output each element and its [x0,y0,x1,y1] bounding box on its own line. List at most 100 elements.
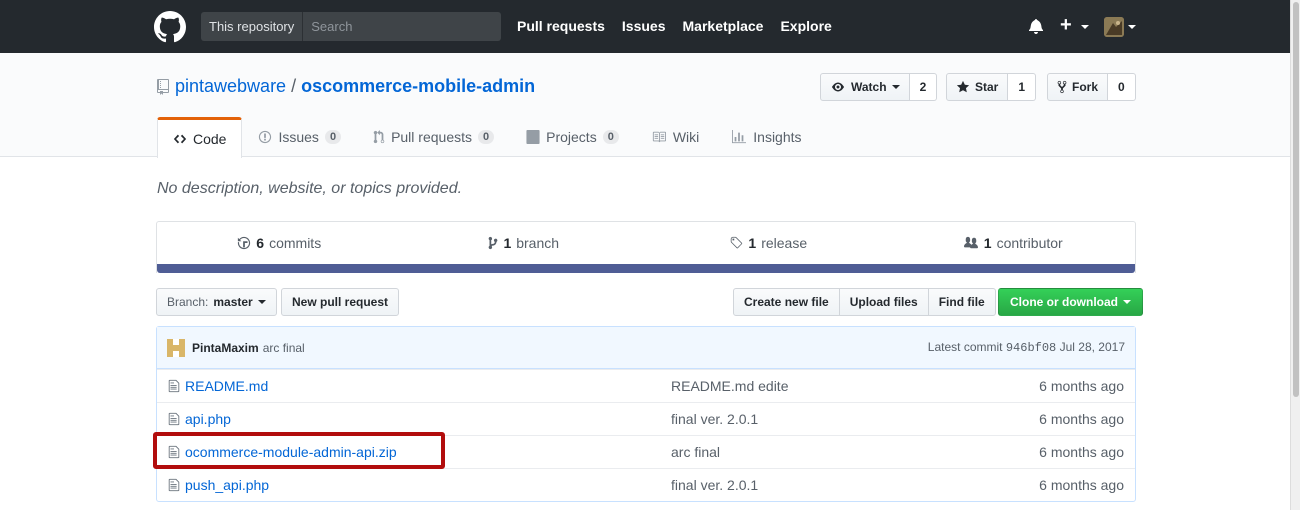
watch-caret-icon [891,85,900,89]
file-row[interactable]: api.php final ver. 2.0.1 6 months ago [157,402,1135,435]
people-icon [963,236,978,249]
file-icon [168,478,180,492]
file-age: 6 months ago [1039,444,1124,460]
watch-button-group: Watch 2 [820,73,938,101]
nav-explore[interactable]: Explore [780,17,831,35]
tab-projects-counter: 0 [602,130,619,144]
commit-author-avatar[interactable] [167,338,185,357]
tab-insights[interactable]: Insights [715,117,817,157]
file-commit-message[interactable]: final ver. 2.0.1 [671,411,991,427]
file-row[interactable]: README.md README.md edite 6 months ago [157,369,1135,402]
repo-owner-link[interactable]: pintawebware [175,76,286,97]
branch-name: master [213,295,253,309]
latest-commit-info: Latest commit 946bf08 Jul 28, 2017 [928,340,1125,355]
file-name-link[interactable]: ocommerce-module-admin-api.zip [185,444,671,460]
graph-icon [732,130,747,144]
commits-count: 6 [256,235,265,251]
plus-caret-icon [1081,25,1089,29]
file-name-link[interactable]: README.md [185,378,671,394]
numbers-summary: 6 commits 1 branch 1 release 1 contribut… [156,221,1136,273]
search-box[interactable]: This repository Search [201,12,501,41]
code-icon [173,134,187,144]
file-row[interactable]: ocommerce-module-admin-api.zip arc final… [157,435,1135,468]
file-name-link[interactable]: api.php [185,411,671,427]
summary-commits[interactable]: 6 commits [157,222,402,264]
commit-author[interactable]: PintaMaxim [192,341,259,355]
fork-icon [1057,80,1067,94]
upload-files-button[interactable]: Upload files [838,288,929,316]
pull-request-icon [373,130,385,144]
file-table: PintaMaxim arc final Latest commit 946bf… [156,326,1136,502]
tag-icon [731,236,743,249]
nav-marketplace[interactable]: Marketplace [683,17,764,35]
scrollbar-thumb[interactable] [1293,2,1299,397]
github-logo-icon[interactable] [154,11,186,43]
star-button-group: Star 1 [946,73,1037,101]
search-scope-label: This repository [201,12,304,41]
branch-icon [489,236,498,250]
star-label: Star [975,80,999,94]
file-row[interactable]: push_api.php final ver. 2.0.1 6 months a… [157,468,1135,501]
tab-insights-label: Insights [753,129,802,145]
book-icon [652,131,666,143]
branch-caret-icon [257,300,266,304]
file-name-link[interactable]: push_api.php [185,477,671,493]
commit-sha[interactable]: 946bf08 [1006,341,1056,355]
summary-contributors[interactable]: 1 contributor [891,222,1136,264]
branch-select-button[interactable]: Branch: master [156,288,277,316]
find-file-button[interactable]: Find file [927,288,996,316]
file-age: 6 months ago [1039,411,1124,427]
tab-wiki[interactable]: Wiki [635,117,715,157]
watch-button[interactable]: Watch [820,73,910,101]
repo-name-link[interactable]: oscommerce-mobile-admin [301,76,535,97]
nav-issues[interactable]: Issues [622,17,666,35]
file-icon [168,412,180,426]
latest-commit-label: Latest commit [927,340,1003,354]
tab-code[interactable]: Code [157,117,243,158]
file-age: 6 months ago [1039,477,1124,493]
branch-prefix: Branch: [167,295,209,309]
contributor-count: 1 [983,235,992,251]
global-header: This repository Search Pull requests Iss… [0,0,1290,53]
eye-icon [832,82,844,92]
tab-issues-counter: 0 [324,130,342,144]
file-commit-message[interactable]: arc final [671,444,991,460]
search-input[interactable]: Search [303,12,501,41]
nav-pull-requests[interactable]: Pull requests [517,17,605,35]
contributor-label: contributor [996,235,1063,251]
fork-button[interactable]: Fork [1047,73,1109,101]
tab-projects[interactable]: Projects 0 [510,117,635,157]
file-commit-message[interactable]: README.md edite [671,378,991,394]
repo-icon [157,78,169,95]
tab-projects-label: Projects [546,129,597,145]
clone-or-download-button[interactable]: Clone or download [998,288,1143,316]
create-new-file-button[interactable]: Create new file [733,288,840,316]
repo-path-separator: / [291,76,297,96]
language-bar[interactable] [157,264,1135,273]
window-scrollbar[interactable] [1290,0,1300,510]
issue-icon [259,130,272,144]
tab-pull-requests[interactable]: Pull requests 0 [357,117,510,157]
clone-label: Clone or download [1010,295,1118,309]
fork-count[interactable]: 0 [1108,73,1136,101]
star-button[interactable]: Star [946,73,1009,101]
file-actions-group: Create new file Upload files Find file [733,288,996,316]
file-commit-message[interactable]: final ver. 2.0.1 [671,477,991,493]
repo-tabs: Code Issues 0 Pull requests 0 Projects 0… [157,117,818,158]
plus-icon[interactable]: + [1060,14,1072,37]
star-count[interactable]: 1 [1008,73,1037,101]
header-nav: Pull requests Issues Marketplace Explore [517,17,849,35]
branch-count: 1 [503,235,512,251]
summary-releases[interactable]: 1 release [646,222,891,264]
watch-count[interactable]: 2 [909,73,938,101]
file-age: 6 months ago [1039,378,1124,394]
tab-issues[interactable]: Issues 0 [242,117,357,157]
tab-code-label: Code [193,131,227,147]
file-icon [168,379,180,393]
new-pull-request-button[interactable]: New pull request [281,288,400,316]
tab-issues-label: Issues [278,129,319,145]
user-avatar[interactable] [1104,17,1124,37]
summary-branches[interactable]: 1 branch [402,222,647,264]
bell-icon[interactable] [1029,18,1043,34]
commit-message[interactable]: arc final [263,341,305,355]
